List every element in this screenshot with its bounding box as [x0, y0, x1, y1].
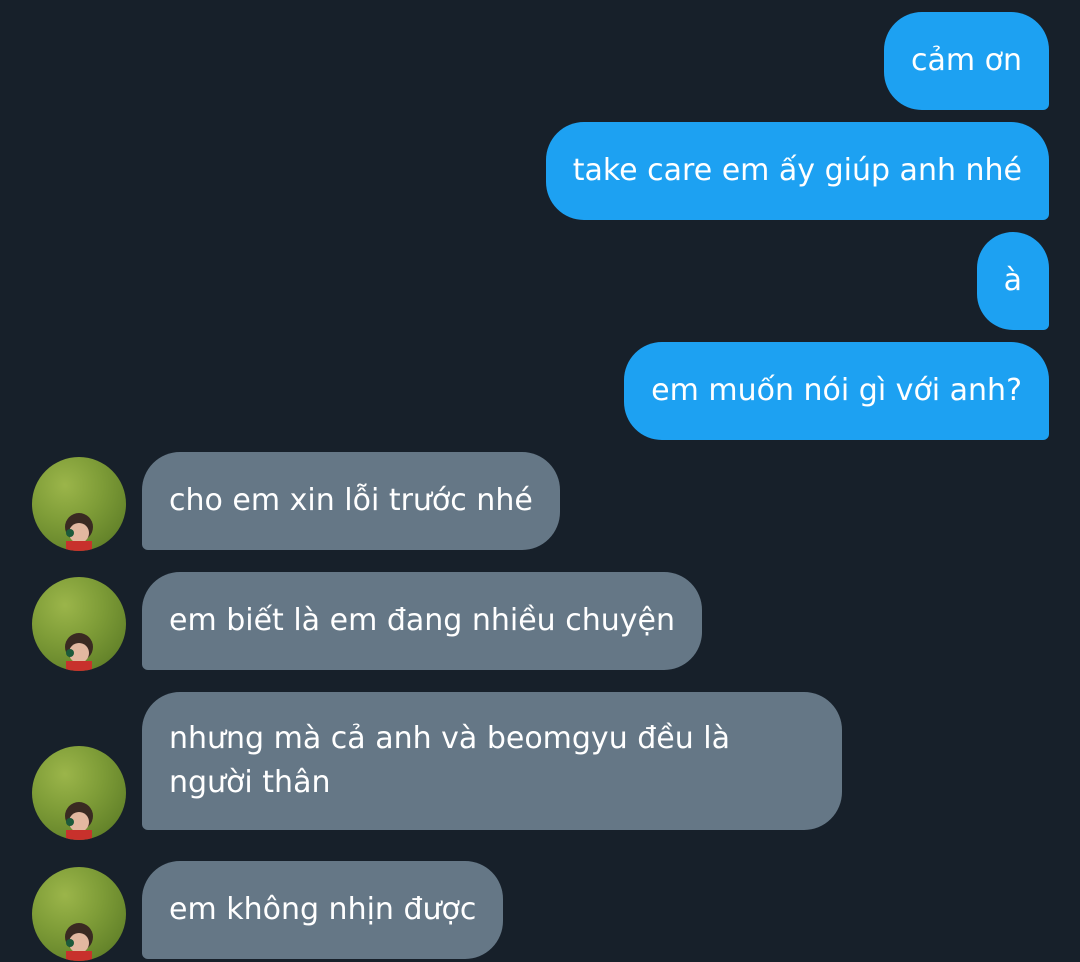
message-bubble-outgoing[interactable]: em muốn nói gì với anh? [624, 342, 1049, 440]
avatar[interactable] [32, 867, 126, 961]
message-bubble-incoming[interactable]: cho em xin lỗi trước nhé [142, 452, 560, 550]
message-text: cho em xin lỗi trước nhé [169, 483, 533, 518]
avatar[interactable] [32, 746, 126, 840]
avatar[interactable] [32, 457, 126, 551]
message-bubble-incoming[interactable]: em biết là em đang nhiều chuyện [142, 572, 702, 670]
message-bubble-incoming[interactable]: em không nhịn được [142, 861, 504, 959]
avatar-photo [65, 802, 93, 840]
message-text: em không nhịn được [169, 892, 477, 927]
message-bubble-outgoing[interactable]: take care em ấy giúp anh nhé [545, 122, 1049, 220]
message-text: cảm ơn [910, 43, 1022, 78]
message-bubble-outgoing[interactable]: à [976, 232, 1049, 330]
chat-thread: cảm ơn take care em ấy giúp anh nhé à em… [0, 0, 1080, 962]
message-bubble-outgoing[interactable]: cảm ơn [883, 12, 1049, 110]
avatar-photo [65, 923, 93, 961]
message-text: em muốn nói gì với anh? [651, 373, 1022, 408]
avatar-photo [65, 633, 93, 671]
avatar[interactable] [32, 577, 126, 671]
message-bubble-incoming[interactable]: nhưng mà cả anh và beomgyu đều là người … [142, 692, 842, 830]
message-text: à [1003, 263, 1022, 298]
message-text: em biết là em đang nhiều chuyện [169, 603, 675, 638]
message-text: nhưng mà cả anh và beomgyu đều là người … [169, 721, 731, 800]
avatar-photo [65, 513, 93, 551]
message-text: take care em ấy giúp anh nhé [572, 153, 1022, 188]
